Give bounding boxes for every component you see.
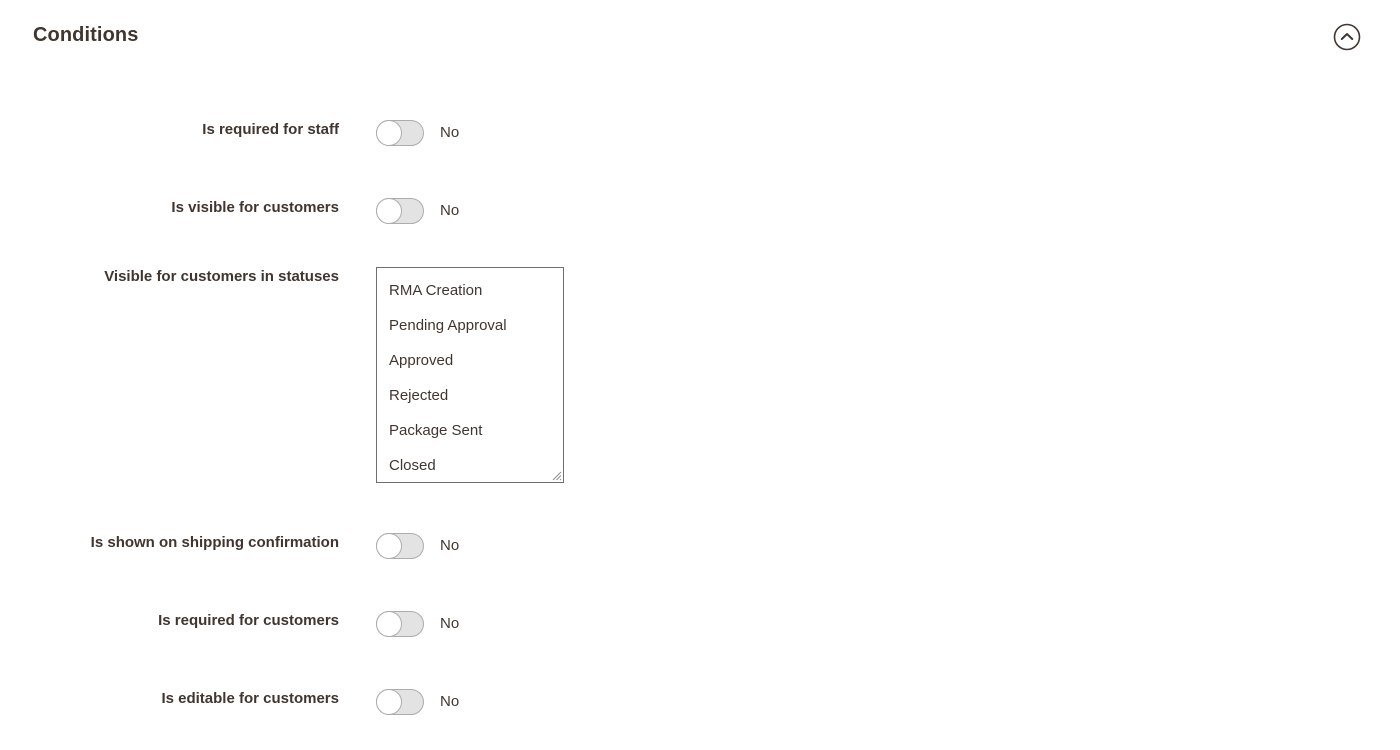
field-row-is-editable-for-customers: Is editable for customers No	[0, 689, 1400, 715]
toggle-is-required-for-customers[interactable]	[376, 611, 424, 637]
field-control-visible-for-customers-in-statuses: RMA Creation Pending Approval Approved R…	[376, 267, 564, 483]
field-label-is-visible-for-customers: Is visible for customers	[171, 199, 339, 216]
toggle-is-visible-for-customers[interactable]	[376, 198, 424, 224]
toggle-is-editable-for-customers[interactable]	[376, 689, 424, 715]
field-control-is-required-for-staff: No	[376, 120, 459, 146]
field-row-visible-for-customers-in-statuses: Visible for customers in statuses RMA Cr…	[0, 267, 1400, 483]
statuses-option[interactable]: Approved	[377, 343, 563, 378]
toggle-knob	[376, 533, 402, 559]
toggle-knob	[376, 198, 402, 224]
page-title: Conditions	[33, 24, 139, 46]
resize-handle-icon[interactable]	[550, 469, 562, 481]
field-row-is-required-for-customers: Is required for customers No	[0, 611, 1400, 637]
field-row-is-visible-for-customers: Is visible for customers No	[0, 198, 1400, 224]
toggle-knob	[376, 611, 402, 637]
statuses-option[interactable]: RMA Creation	[377, 273, 563, 308]
field-control-is-required-for-customers: No	[376, 611, 459, 637]
statuses-option-list: RMA Creation Pending Approval Approved R…	[377, 268, 563, 482]
toggle-knob	[376, 689, 402, 715]
toggle-is-shown-on-shipping-confirmation[interactable]	[376, 533, 424, 559]
statuses-option[interactable]: Rejected	[377, 378, 563, 413]
field-row-is-required-for-staff: Is required for staff No	[0, 120, 1400, 146]
toggle-value-is-shown-on-shipping-confirmation: No	[440, 537, 460, 554]
statuses-option[interactable]: Closed	[377, 448, 563, 482]
field-control-is-shown-on-shipping-confirmation: No	[376, 533, 459, 559]
field-row-is-shown-on-shipping-confirmation: Is shown on shipping confirmation No	[0, 533, 1400, 559]
field-label-is-required-for-customers: Is required for customers	[158, 612, 339, 629]
toggle-value-is-required-for-customers: No	[440, 615, 460, 632]
toggle-value-is-visible-for-customers: No	[440, 202, 460, 219]
field-control-is-visible-for-customers: No	[376, 198, 459, 224]
field-label-is-editable-for-customers: Is editable for customers	[161, 690, 339, 707]
field-control-is-editable-for-customers: No	[376, 689, 459, 715]
section-header: Conditions	[0, 0, 1400, 72]
statuses-option[interactable]: Package Sent	[377, 413, 563, 448]
toggle-value-is-editable-for-customers: No	[440, 693, 460, 710]
field-label-visible-for-customers-in-statuses: Visible for customers in statuses	[104, 268, 339, 285]
statuses-option[interactable]: Pending Approval	[377, 308, 563, 343]
field-label-is-required-for-staff: Is required for staff	[202, 121, 339, 138]
chevron-up-circle-icon	[1332, 22, 1362, 52]
toggle-value-is-required-for-staff: No	[440, 124, 460, 141]
field-label-is-shown-on-shipping-confirmation: Is shown on shipping confirmation	[90, 534, 339, 551]
statuses-multiselect[interactable]: RMA Creation Pending Approval Approved R…	[376, 267, 564, 483]
toggle-knob	[376, 120, 402, 146]
toggle-is-required-for-staff[interactable]	[376, 120, 424, 146]
section-collapse-button[interactable]	[1332, 22, 1362, 52]
